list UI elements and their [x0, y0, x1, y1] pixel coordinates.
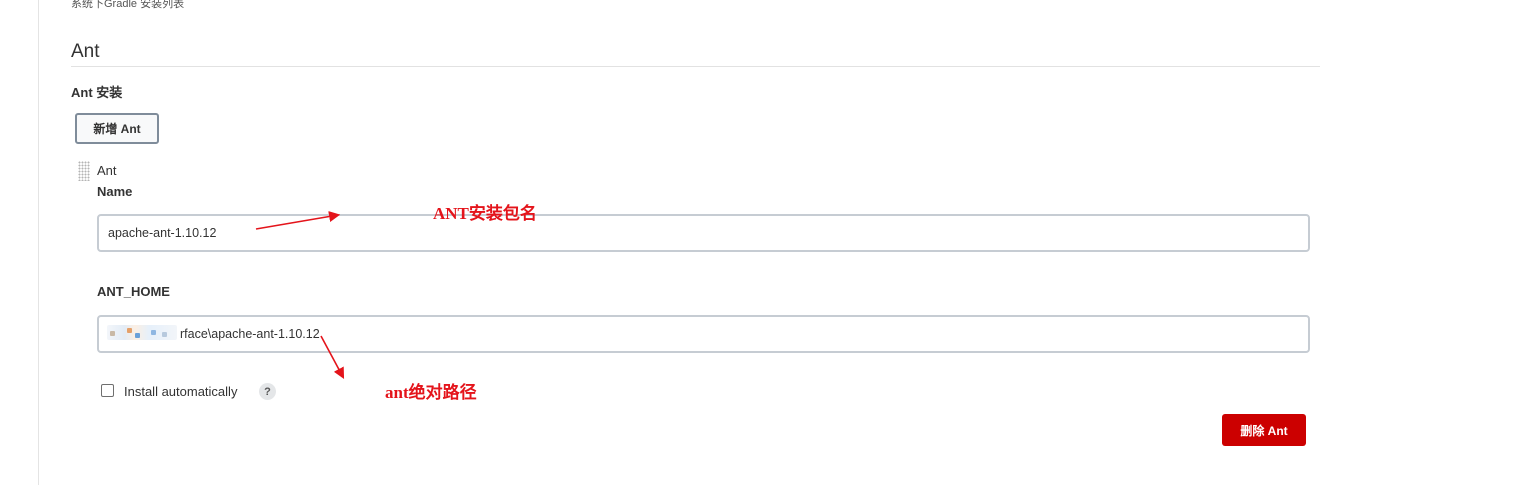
- name-annotation: ANT安装包名: [433, 204, 537, 223]
- name-arrow: [255, 210, 341, 230]
- home-annotation: ant绝对路径: [385, 383, 477, 402]
- home-arrow: [320, 335, 345, 379]
- annotation-arrows: [255, 210, 345, 379]
